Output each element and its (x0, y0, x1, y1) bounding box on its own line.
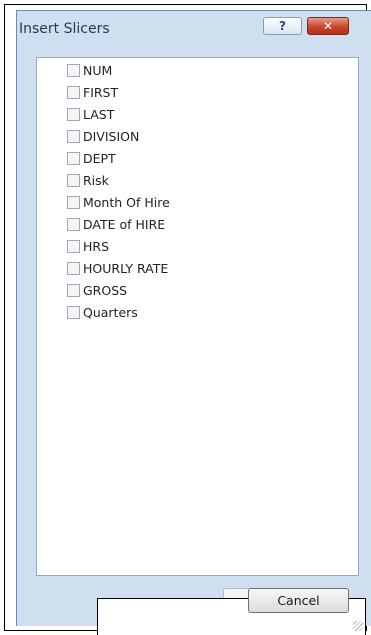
field-label: DATE of HIRE (83, 216, 166, 232)
checkbox[interactable] (67, 239, 80, 253)
field-item-risk[interactable]: Risk (67, 170, 109, 190)
checkbox[interactable] (67, 85, 80, 99)
checkbox[interactable] (67, 107, 80, 121)
field-list: NUM FIRST LAST DIVISION DEPT Risk Month … (36, 57, 359, 576)
field-label: LAST (83, 106, 115, 122)
field-item-gross[interactable]: GROSS (67, 280, 127, 300)
field-item-first[interactable]: FIRST (67, 82, 118, 102)
field-label: Risk (83, 172, 109, 188)
field-label: DIVISION (83, 128, 140, 144)
checkbox[interactable] (67, 151, 80, 165)
field-label: Month Of Hire (83, 194, 170, 210)
close-icon: ✕ (322, 19, 334, 33)
question-mark-icon: ? (279, 19, 286, 33)
close-button[interactable]: ✕ (307, 17, 349, 35)
field-item-last[interactable]: LAST (67, 104, 114, 124)
resize-grip-icon[interactable] (353, 621, 363, 631)
dialog-title: Insert Slicers (19, 21, 110, 37)
checkbox[interactable] (67, 63, 80, 77)
field-item-dept[interactable]: DEPT (67, 148, 116, 168)
checkbox[interactable] (67, 305, 80, 319)
checkbox[interactable] (67, 173, 80, 187)
field-label: HRS (83, 238, 110, 254)
field-label: HOURLY RATE (83, 260, 169, 276)
cancel-button[interactable]: Cancel (248, 588, 349, 613)
checkbox[interactable] (67, 283, 80, 297)
checkbox[interactable] (67, 129, 80, 143)
field-item-division[interactable]: DIVISION (67, 126, 139, 146)
checkbox[interactable] (67, 195, 80, 209)
field-item-quarters[interactable]: Quarters (67, 302, 138, 322)
field-label: DEPT (83, 150, 116, 166)
checkbox[interactable] (67, 217, 80, 231)
field-item-month-of-hire[interactable]: Month Of Hire (67, 192, 170, 212)
checkbox[interactable] (67, 261, 80, 275)
field-item-hourly-rate[interactable]: HOURLY RATE (67, 258, 168, 278)
field-item-num[interactable]: NUM (67, 60, 112, 80)
field-item-hrs[interactable]: HRS (67, 236, 109, 256)
field-label: GROSS (83, 282, 128, 298)
field-item-date-of-hire[interactable]: DATE of HIRE (67, 214, 165, 234)
field-label: FIRST (83, 84, 119, 100)
help-button[interactable]: ? (263, 17, 302, 35)
field-label: Quarters (83, 304, 138, 320)
field-label: NUM (83, 62, 113, 78)
